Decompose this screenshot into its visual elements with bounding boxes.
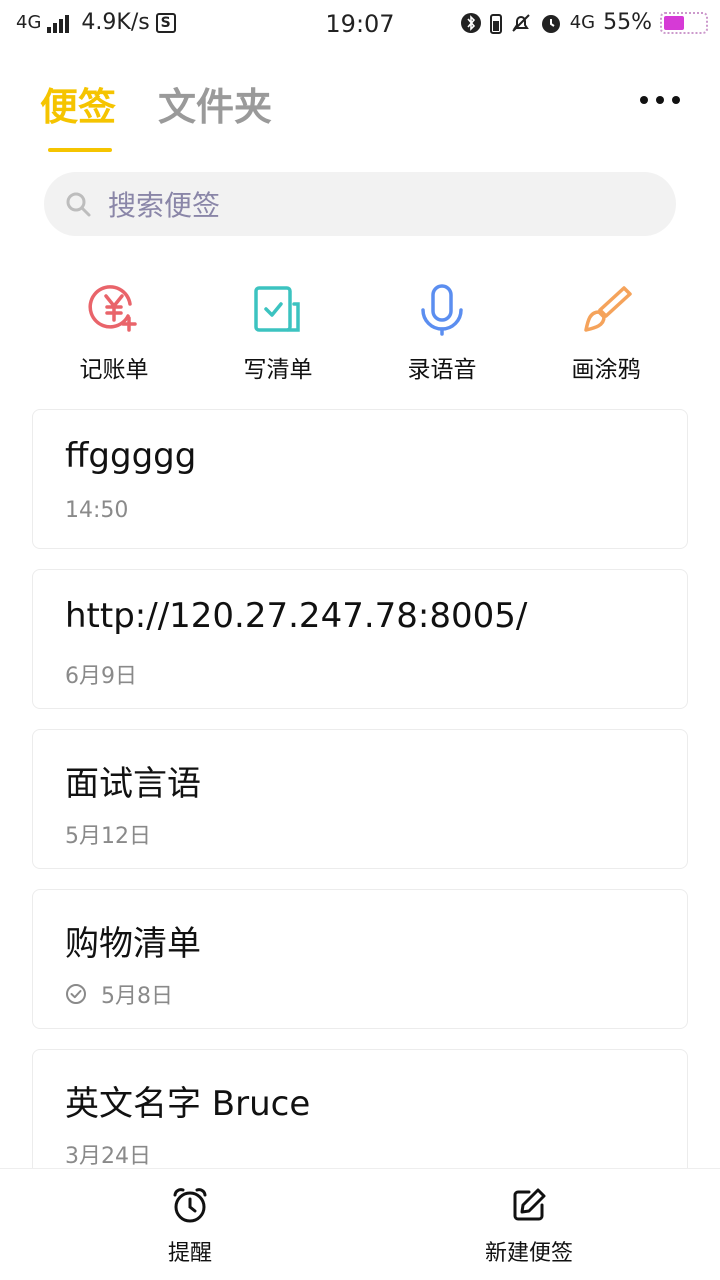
more-menu-button[interactable]	[640, 86, 680, 114]
note-date-text: 6月9日	[65, 664, 137, 689]
tab-notes[interactable]: 便签	[40, 76, 116, 131]
checklist-icon	[254, 286, 300, 332]
note-date: 6月9日	[65, 658, 137, 690]
note-title: 面试言语	[65, 764, 201, 804]
dot-icon	[672, 96, 680, 104]
note-title: http://120.27.247.78:8005/	[65, 596, 528, 636]
note-title: 英文名字 Bruce	[65, 1084, 311, 1124]
reminder-button[interactable]: 提醒	[150, 1185, 230, 1267]
alarm-icon	[541, 14, 560, 33]
search-placeholder: 搜索便签	[108, 189, 221, 222]
note-date: 3月24日	[65, 1138, 151, 1170]
status-right: 4G 55%	[460, 10, 708, 35]
quick-action-doodle[interactable]: 画涂鸦	[536, 282, 676, 384]
note-date-text: 5月12日	[65, 824, 151, 849]
microphone-icon	[421, 284, 463, 336]
note-card[interactable]: ffggggg 14:50	[32, 409, 688, 549]
note-date: 14:50	[65, 498, 128, 523]
quick-action-label: 写清单	[243, 357, 313, 383]
note-card[interactable]: 面试言语 5月12日	[32, 729, 688, 869]
quick-action-bill[interactable]: 记账单	[44, 282, 184, 384]
note-date-text: 14:50	[65, 498, 129, 523]
quick-actions: 记账单 写清单 录语音 画涂鸦	[0, 282, 720, 384]
bluetooth-icon	[460, 12, 481, 33]
status-bar: 4G 4.9K/s S 19:07 4G 55%	[0, 0, 720, 50]
quick-action-label: 画涂鸦	[571, 357, 641, 383]
bottom-bar: 提醒 新建便签	[0, 1168, 720, 1280]
tab-folders[interactable]: 文件夹	[158, 76, 272, 131]
edit-icon	[513, 1188, 546, 1221]
quick-action-label: 记账单	[79, 357, 149, 383]
search-icon	[66, 192, 91, 217]
search-input[interactable]: 搜索便签	[44, 172, 676, 236]
check-circle-icon	[66, 984, 86, 1004]
active-tab-indicator	[48, 148, 112, 152]
note-date-text: 5月8日	[101, 984, 173, 1009]
note-date: 5月12日	[65, 818, 151, 850]
note-date-text: 3月24日	[65, 1144, 151, 1169]
network-type-right: 4G	[569, 12, 596, 33]
new-note-label: 新建便签	[484, 1241, 573, 1266]
note-card[interactable]: http://120.27.247.78:8005/ 6月9日	[32, 569, 688, 709]
note-title: 购物清单	[65, 924, 201, 964]
new-note-button[interactable]: 新建便签	[474, 1185, 584, 1267]
battery-percent: 55%	[603, 10, 652, 35]
top-tabs: 便签 文件夹	[40, 76, 272, 131]
dot-icon	[640, 96, 648, 104]
quick-action-label: 录语音	[407, 357, 477, 383]
alarm-clock-icon	[173, 1188, 207, 1223]
reminder-label: 提醒	[167, 1241, 212, 1266]
dot-icon	[656, 96, 664, 104]
quick-action-checklist[interactable]: 写清单	[208, 282, 348, 384]
mute-icon	[511, 13, 530, 32]
note-title: ffggggg	[65, 436, 197, 476]
battery-icon	[660, 11, 708, 34]
note-date: 5月8日	[65, 978, 173, 1010]
note-card[interactable]: 购物清单 5月8日	[32, 889, 688, 1029]
quick-action-voice[interactable]: 录语音	[372, 282, 512, 384]
battery-saver-icon	[489, 13, 502, 34]
brush-icon	[584, 286, 632, 332]
yuan-add-icon	[88, 285, 137, 332]
